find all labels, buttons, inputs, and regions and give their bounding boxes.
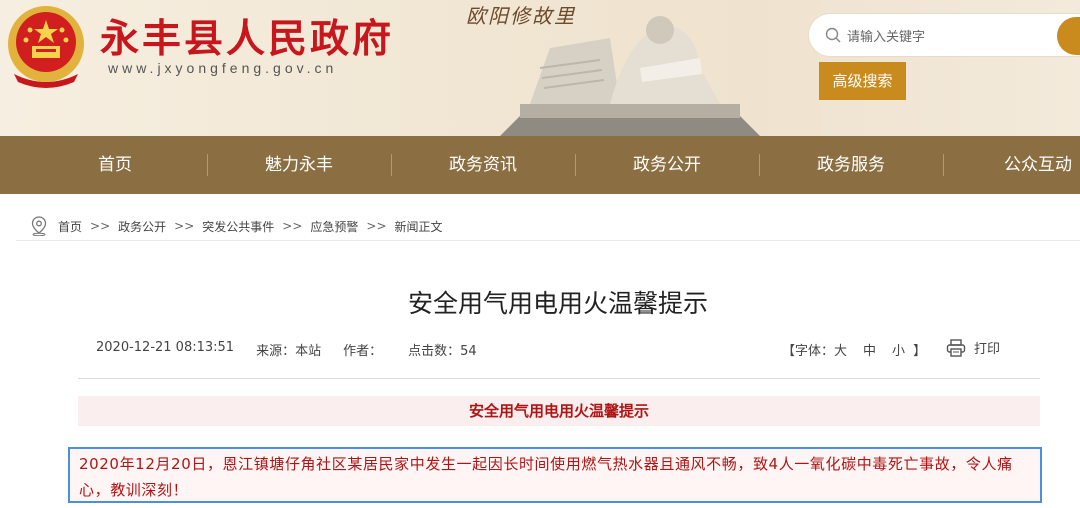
national-emblem-icon — [8, 6, 84, 88]
breadcrumb-separator: >> — [90, 219, 111, 233]
location-pin-icon — [31, 216, 47, 236]
font-size-prefix: 【字体： — [782, 344, 835, 359]
font-size-control: 【字体：大 中 小】 — [782, 340, 926, 359]
main-nav: 首页 魅力永丰 政务资讯 政务公开 政务服务 公众互动 — [0, 136, 1080, 194]
article-source: 来源：本站 — [256, 344, 322, 359]
breadcrumb-disclosure[interactable]: 政务公开 — [118, 218, 166, 235]
advanced-search-button[interactable]: 高级搜索 — [819, 62, 906, 100]
statue-illustration — [500, 16, 760, 136]
article-meta: 2020-12-21 08:13:51 来源：本站 作者： 点击数：54 — [96, 340, 499, 359]
nav-item-interaction[interactable]: 公众互动 — [943, 136, 1080, 194]
nav-item-charm[interactable]: 魅力永丰 — [207, 136, 391, 194]
nav-item-home[interactable]: 首页 — [23, 136, 207, 194]
search-button[interactable] — [1057, 17, 1080, 55]
breadcrumb-emergencies[interactable]: 突发公共事件 — [202, 218, 274, 235]
article-author: 作者： — [343, 344, 383, 359]
breadcrumb-separator: >> — [282, 219, 303, 233]
breadcrumb-separator: >> — [174, 219, 195, 233]
font-size-suffix: 】 — [913, 344, 927, 359]
search-box — [808, 13, 1080, 57]
print-label: 打印 — [974, 342, 1001, 357]
font-size-small[interactable]: 小 — [892, 344, 905, 359]
site-url: www.jxyongfeng.gov.cn — [108, 60, 338, 76]
search-input[interactable] — [847, 24, 1047, 48]
nav-item-news[interactable]: 政务资讯 — [391, 136, 575, 194]
article-views: 点击数：54 — [408, 344, 477, 359]
article-paragraph[interactable]: 2020年12月20日，恩江镇塘仔角社区某居民家中发生一起因长时间使用燃气热水器… — [68, 447, 1042, 503]
printer-icon — [946, 338, 966, 357]
font-size-large[interactable]: 大 — [834, 344, 847, 359]
article-title: 安全用气用电用火温馨提示 — [407, 289, 708, 318]
print-button[interactable]: 打印 — [946, 338, 1000, 357]
site-header: 永丰县人民政府 www.jxyongfeng.gov.cn 欧阳修故里 高级搜索 — [0, 0, 1080, 136]
meta-divider — [78, 378, 1040, 379]
site-title[interactable]: 永丰县人民政府 — [100, 8, 394, 64]
nav-item-disclosure[interactable]: 政务公开 — [575, 136, 759, 194]
nav-item-services[interactable]: 政务服务 — [759, 136, 943, 194]
breadcrumb-current: 新闻正文 — [394, 219, 443, 234]
article-date: 2020-12-21 08:13:51 — [96, 340, 235, 355]
breadcrumb-separator: >> — [366, 219, 387, 233]
breadcrumb: 首页 >> 政务公开 >> 突发公共事件 >> 应急预警 >> 新闻正文 — [30, 214, 443, 238]
font-size-medium[interactable]: 中 — [863, 344, 876, 359]
breadcrumb-home[interactable]: 首页 — [58, 218, 82, 235]
article-subtitle: 安全用气用电用火温馨提示 — [78, 396, 1040, 426]
breadcrumb-warnings[interactable]: 应急预警 — [310, 218, 358, 235]
search-icon — [825, 27, 841, 43]
breadcrumb-divider — [16, 240, 1080, 241]
